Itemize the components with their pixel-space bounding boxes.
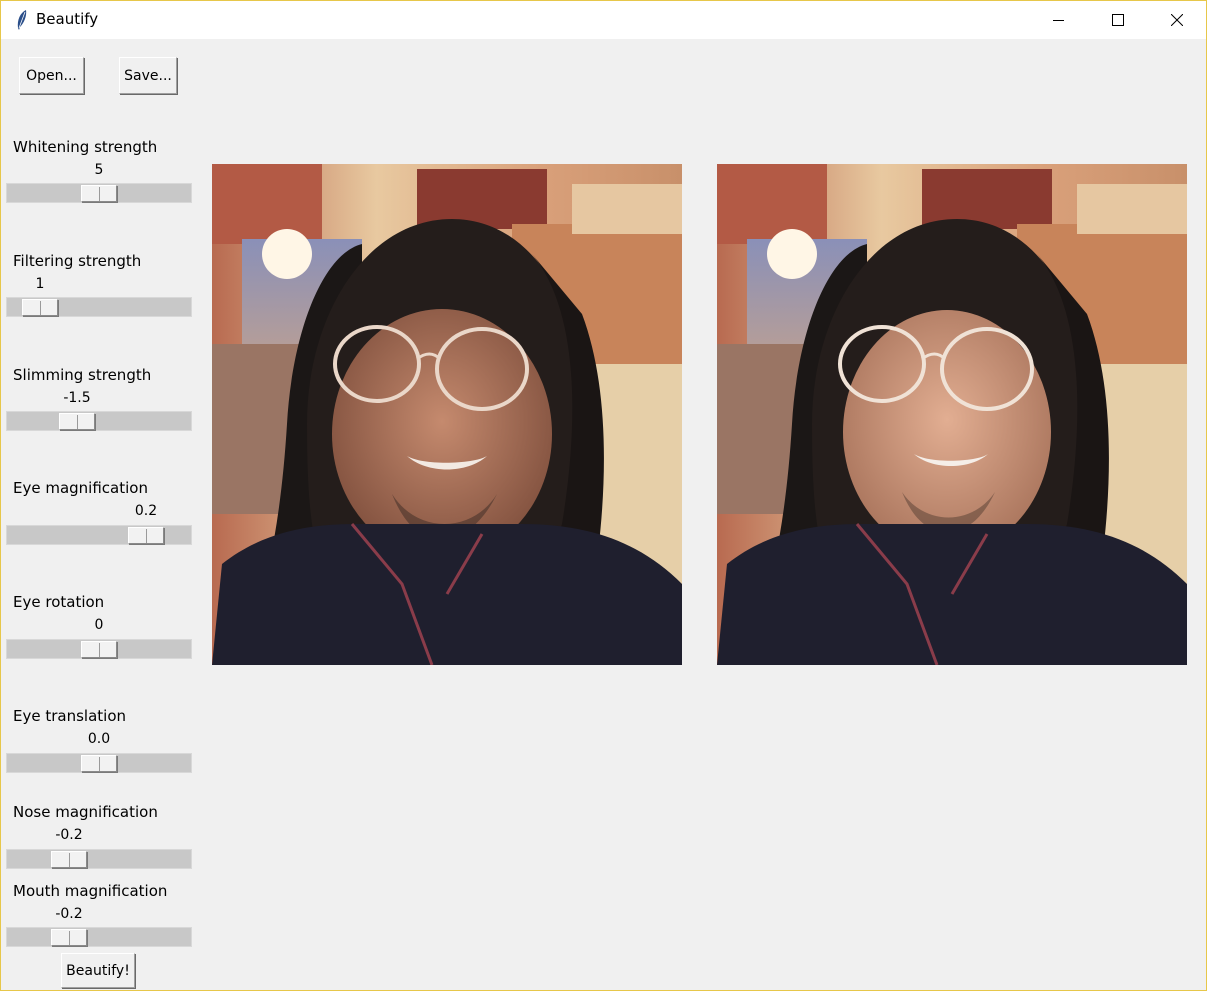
slider-value: 5: [94, 162, 104, 178]
slider-trough[interactable]: [6, 639, 192, 659]
slider-thumb[interactable]: [81, 641, 117, 658]
app-window: Beautify Open... Save... Whitening stren…: [0, 0, 1207, 991]
close-icon: [1171, 14, 1183, 26]
slider-value: -0.2: [55, 827, 83, 843]
maximize-button[interactable]: [1089, 1, 1147, 39]
slider-trough[interactable]: [6, 753, 192, 773]
minimize-button[interactable]: [1030, 1, 1088, 39]
slider-label: Eye magnification: [13, 479, 148, 497]
beautify-button[interactable]: Beautify!: [61, 953, 135, 988]
slider-value: -0.2: [55, 906, 83, 922]
slider-label: Mouth magnification: [13, 882, 168, 900]
minimize-icon: [1053, 20, 1064, 21]
slider-thumb[interactable]: [22, 299, 58, 316]
slider-trough[interactable]: [6, 183, 192, 203]
slider-label: Eye translation: [13, 707, 127, 725]
slider-label: Whitening strength: [13, 138, 158, 156]
slider-value: 0: [94, 617, 104, 633]
slider-label: Filtering strength: [13, 252, 142, 270]
slider-value: 0.0: [87, 731, 111, 747]
slider-trough[interactable]: [6, 297, 192, 317]
beautified-photo: [717, 164, 1187, 665]
title-bar[interactable]: Beautify: [1, 1, 1206, 39]
slider-thumb[interactable]: [128, 527, 164, 544]
window-title: Beautify: [36, 10, 99, 28]
slider-trough[interactable]: [6, 525, 192, 545]
slider-thumb[interactable]: [51, 929, 87, 946]
close-button[interactable]: [1148, 1, 1206, 39]
slider-label: Slimming strength: [13, 366, 152, 384]
slider-thumb[interactable]: [59, 413, 95, 430]
feather-icon: [17, 10, 27, 30]
original-photo: [212, 164, 682, 665]
slider-trough[interactable]: [6, 927, 192, 947]
open-button[interactable]: Open...: [19, 57, 84, 94]
slider-trough[interactable]: [6, 849, 192, 869]
slider-thumb[interactable]: [81, 755, 117, 772]
save-button[interactable]: Save...: [119, 57, 177, 94]
slider-thumb[interactable]: [51, 851, 87, 868]
slider-label: Eye rotation: [13, 593, 105, 611]
slider-value: -1.5: [63, 390, 91, 406]
slider-thumb[interactable]: [81, 185, 117, 202]
slider-value: 1: [35, 276, 45, 292]
slider-label: Nose magnification: [13, 803, 158, 821]
maximize-icon: [1112, 14, 1124, 26]
slider-value: 0.2: [134, 503, 158, 519]
slider-trough[interactable]: [6, 411, 192, 431]
